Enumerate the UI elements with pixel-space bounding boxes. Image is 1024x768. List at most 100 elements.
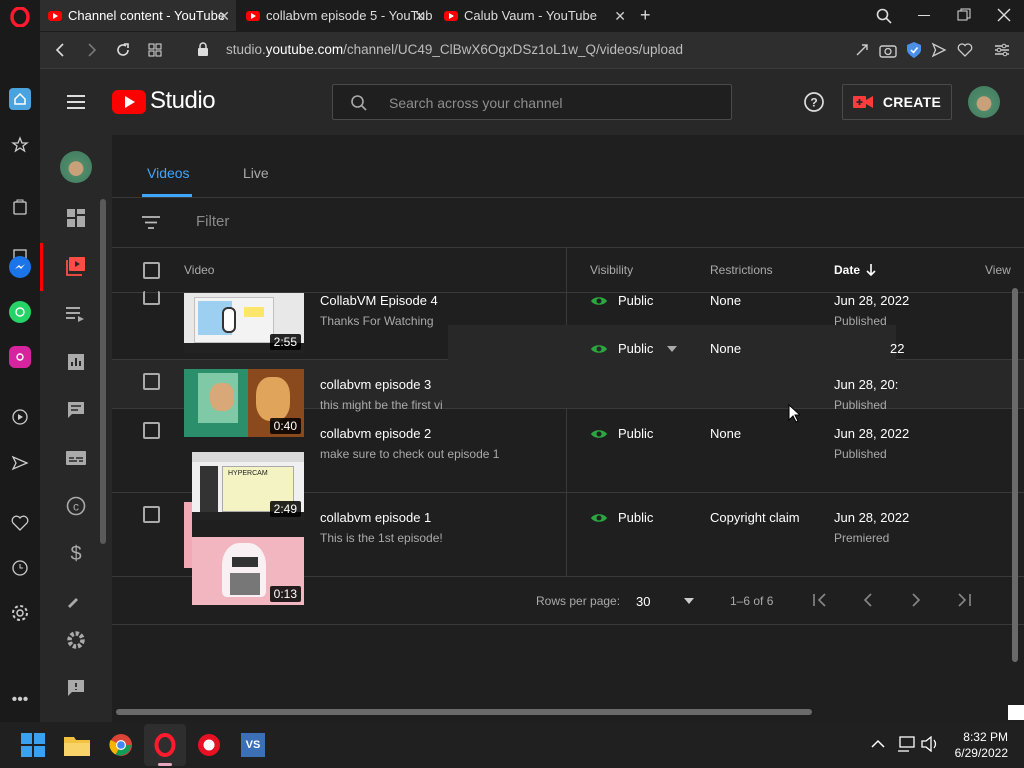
favorite-heart-icon[interactable] [957, 42, 973, 58]
hamburger-menu-icon[interactable] [67, 95, 85, 109]
tab-collabvm-episode-5[interactable]: collabvm episode 5 - YouTube ✕ [238, 0, 432, 31]
content-icon[interactable] [66, 256, 86, 276]
analytics-icon[interactable] [66, 352, 86, 372]
header-views[interactable]: View [985, 263, 1011, 277]
opera-taskbar-button[interactable] [144, 724, 186, 766]
lock-icon[interactable] [197, 42, 209, 57]
copyright-icon[interactable]: c [66, 496, 86, 516]
send-icon[interactable] [9, 452, 31, 474]
feedback-icon[interactable] [66, 678, 86, 698]
show-hidden-icons-icon[interactable] [871, 739, 885, 749]
filter-input[interactable]: Filter [196, 213, 229, 230]
restore-window-icon[interactable] [957, 8, 971, 22]
network-icon[interactable] [897, 736, 915, 752]
table-row[interactable]: 0:40 collabvm episode 3 this might be th… [112, 360, 1024, 437]
vertical-scrollbar[interactable] [1012, 288, 1018, 662]
select-all-checkbox[interactable] [143, 262, 160, 279]
reload-icon[interactable] [115, 42, 131, 58]
close-tab-icon[interactable]: ✕ [218, 8, 230, 25]
opera-logo-icon[interactable] [10, 7, 30, 27]
row-checkbox[interactable] [143, 422, 160, 439]
tabs-grid-icon[interactable] [148, 43, 162, 57]
monetization-icon[interactable]: $ [66, 543, 86, 565]
home-icon[interactable] [9, 88, 31, 110]
dragged-video-thumbnail[interactable]: 0:13 [192, 537, 304, 605]
help-icon[interactable]: ? [803, 91, 825, 113]
video-thumbnail[interactable]: 0:40 [184, 369, 304, 437]
heart-icon[interactable] [9, 512, 31, 534]
tab-channel-content[interactable]: Channel content - YouTube ✕ [40, 0, 236, 31]
instagram-icon[interactable] [9, 346, 31, 368]
visibility-cell: Public [590, 426, 653, 441]
minimize-icon[interactable] [918, 15, 930, 16]
send-to-icon[interactable] [931, 42, 947, 58]
shopping-icon[interactable] [9, 195, 31, 217]
horizontal-scrollbar[interactable] [116, 709, 812, 715]
account-avatar[interactable] [968, 86, 1000, 118]
channel-avatar[interactable] [60, 151, 92, 183]
header-date[interactable]: Date [834, 263, 860, 277]
player-icon[interactable] [9, 406, 31, 428]
easy-setup-icon[interactable] [994, 42, 1010, 58]
sidebar-scrollbar[interactable] [100, 199, 106, 544]
video-title[interactable]: CollabVM Episode 4 [320, 293, 438, 308]
url-text[interactable]: studio.youtube.com/channel/UC49_ClBwX6Og… [226, 42, 683, 57]
vs-app-icon[interactable]: VS [241, 733, 265, 757]
customization-icon[interactable] [66, 592, 86, 612]
subtitles-icon[interactable] [66, 448, 86, 468]
last-page-icon[interactable] [956, 593, 972, 607]
back-icon[interactable] [54, 43, 66, 57]
search-input[interactable]: Search across your channel [389, 95, 563, 111]
row-checkbox[interactable] [143, 506, 160, 523]
share-icon[interactable] [854, 42, 870, 58]
create-button[interactable]: CREATE [842, 84, 952, 120]
row-checkbox[interactable] [143, 291, 160, 305]
search-box[interactable]: Search across your channel [332, 84, 732, 120]
tab-live[interactable]: Live [243, 165, 269, 181]
close-tab-icon[interactable]: ✕ [614, 8, 626, 25]
snapshot-icon[interactable] [879, 42, 897, 58]
close-window-icon[interactable] [997, 8, 1011, 22]
video-thumbnail[interactable]: HYPERCAM 2:49 [192, 452, 304, 520]
file-explorer-icon[interactable] [64, 734, 90, 756]
first-page-icon[interactable] [812, 593, 828, 607]
rows-per-page-select[interactable]: 30 [636, 594, 650, 609]
filter-icon[interactable] [142, 216, 160, 229]
adblock-shield-icon[interactable] [906, 41, 922, 59]
settings-icon[interactable] [66, 630, 86, 650]
tab-calub-vaum[interactable]: Calub Vaum - YouTube ✕ [436, 0, 632, 31]
system-clock[interactable]: 8:32 PM 6/29/2022 [955, 729, 1008, 761]
forward-icon[interactable] [86, 43, 98, 57]
close-tab-icon[interactable]: ✕ [414, 8, 426, 25]
new-tab-icon[interactable]: + [640, 5, 651, 26]
whatsapp-icon[interactable] [9, 301, 31, 323]
screen-recorder-icon[interactable] [197, 733, 221, 757]
tab-videos[interactable]: Videos [147, 165, 190, 181]
playlists-icon[interactable] [66, 304, 86, 324]
search-tabs-icon[interactable] [876, 8, 892, 24]
header-restrictions[interactable]: Restrictions [710, 263, 773, 277]
clock-icon[interactable] [9, 557, 31, 579]
windows-start-icon[interactable] [21, 733, 45, 757]
dropdown-arrow-icon[interactable] [667, 345, 678, 352]
volume-icon[interactable] [921, 736, 939, 752]
settings-icon[interactable] [9, 602, 31, 624]
comments-icon[interactable] [66, 400, 86, 420]
row-checkbox[interactable] [143, 373, 160, 390]
header-visibility[interactable]: Visibility [590, 263, 633, 277]
sort-down-arrow-icon[interactable] [865, 263, 877, 277]
bookmarks-icon[interactable] [9, 134, 31, 156]
visibility-dropdown[interactable]: Public [590, 341, 678, 356]
previous-page-icon[interactable] [862, 593, 874, 607]
next-page-icon[interactable] [910, 593, 922, 607]
youtube-logo-icon[interactable] [112, 90, 146, 114]
video-title[interactable]: collabvm episode 3 [320, 377, 431, 392]
more-icon[interactable]: ••• [9, 689, 31, 711]
video-title[interactable]: collabvm episode 1 [320, 510, 431, 525]
chrome-icon[interactable] [109, 733, 133, 757]
messenger-icon[interactable] [9, 256, 31, 278]
video-title[interactable]: collabvm episode 2 [320, 426, 431, 441]
dashboard-icon[interactable] [66, 208, 86, 228]
rows-dropdown-icon[interactable] [684, 598, 694, 604]
video-thumbnail[interactable]: 2:55 [184, 293, 304, 353]
